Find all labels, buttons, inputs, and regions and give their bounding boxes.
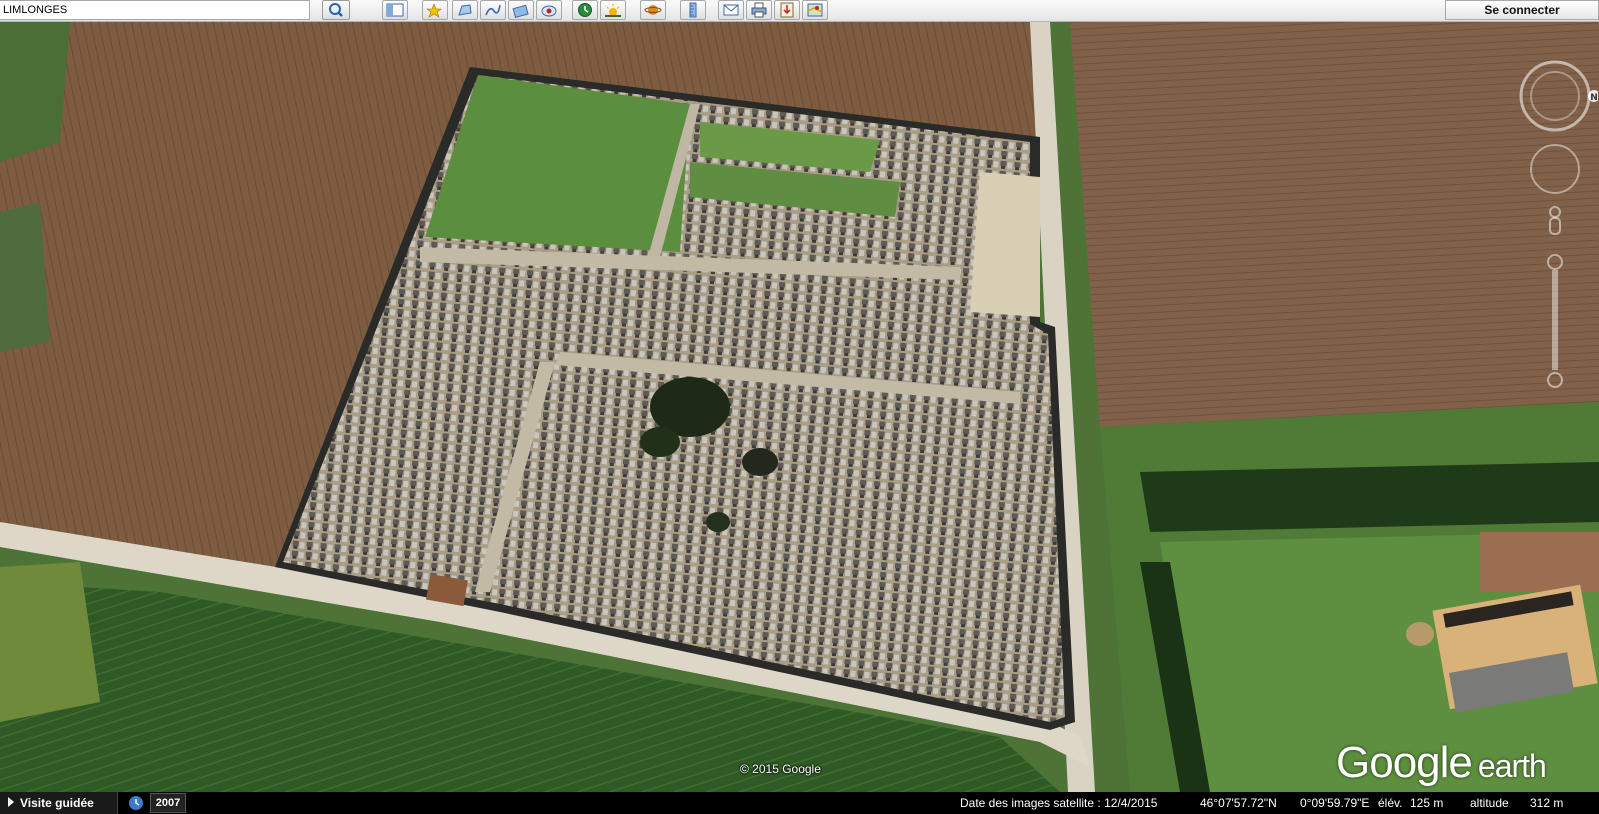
sunlight-icon (605, 4, 621, 17)
view-in-maps-icon (807, 3, 823, 17)
status-bar: Visite guidée 2007 Date des images satel… (0, 792, 1599, 814)
search-button[interactable] (322, 0, 350, 20)
copyright-text: © 2015 Google (740, 762, 821, 776)
print-icon (751, 2, 767, 18)
guided-tour-label: Visite guidée (20, 796, 94, 810)
ruler-button[interactable] (680, 0, 706, 20)
sidebar-toggle-icon (386, 3, 404, 17)
planets-button[interactable] (640, 0, 666, 20)
sidebar-toggle-button[interactable] (382, 0, 408, 20)
google-earth-logo: Google earth (1336, 738, 1547, 788)
historical-imagery-icon[interactable] (128, 795, 144, 811)
search-icon (329, 3, 343, 17)
north-label: N (1590, 93, 1598, 103)
satellite-map-view[interactable]: N © 2015 Google Google earth (0, 22, 1599, 792)
add-polygon-button[interactable] (452, 0, 478, 20)
elevation-label: élév. (1378, 796, 1403, 810)
record-tour-button[interactable] (536, 0, 562, 20)
add-placemark-icon (426, 3, 442, 18)
search-input[interactable] (0, 0, 310, 20)
logo-main: Google (1336, 738, 1473, 787)
logo-sub: earth (1477, 748, 1547, 784)
view-in-maps-button[interactable] (802, 0, 828, 20)
play-icon (8, 797, 14, 807)
add-path-icon (485, 4, 501, 16)
ruler-icon (689, 2, 697, 18)
elevation-value: 125 m (1410, 796, 1444, 810)
email-button[interactable] (718, 0, 744, 20)
look-joystick[interactable] (1519, 60, 1591, 132)
toolbar: Se connecter (0, 0, 1599, 22)
altitude-value: 312 m (1530, 796, 1564, 810)
save-image-button[interactable] (774, 0, 800, 20)
historical-imagery-icon (578, 3, 592, 17)
guided-tour-button[interactable]: Visite guidée (0, 792, 118, 814)
imagery-date: Date des images satellite : 12/4/2015 (960, 796, 1158, 810)
move-joystick[interactable] (1530, 144, 1580, 194)
historical-imagery-button[interactable] (572, 0, 598, 20)
save-image-icon (780, 2, 794, 18)
add-image-overlay-icon (512, 4, 529, 18)
longitude: 0°09'59.79"E (1300, 796, 1370, 810)
street-view-pegman-icon[interactable] (1549, 206, 1561, 235)
sunlight-button[interactable] (600, 0, 626, 20)
navigation-controls: N (1512, 52, 1598, 402)
add-image-overlay-button[interactable] (508, 0, 534, 20)
record-tour-icon (541, 5, 557, 17)
add-placemark-button[interactable] (422, 0, 448, 20)
satellite-imagery[interactable] (0, 22, 1599, 792)
imagery-year-button[interactable]: 2007 (150, 793, 186, 813)
zoom-slider[interactable] (1547, 254, 1563, 388)
planets-icon (644, 5, 662, 15)
email-icon (723, 4, 739, 16)
latitude: 46°07'57.72"N (1200, 796, 1277, 810)
altitude-label: altitude (1470, 796, 1509, 810)
print-button[interactable] (746, 0, 772, 20)
signin-button[interactable]: Se connecter (1445, 0, 1599, 20)
add-polygon-icon (458, 4, 472, 16)
add-path-button[interactable] (480, 0, 506, 20)
